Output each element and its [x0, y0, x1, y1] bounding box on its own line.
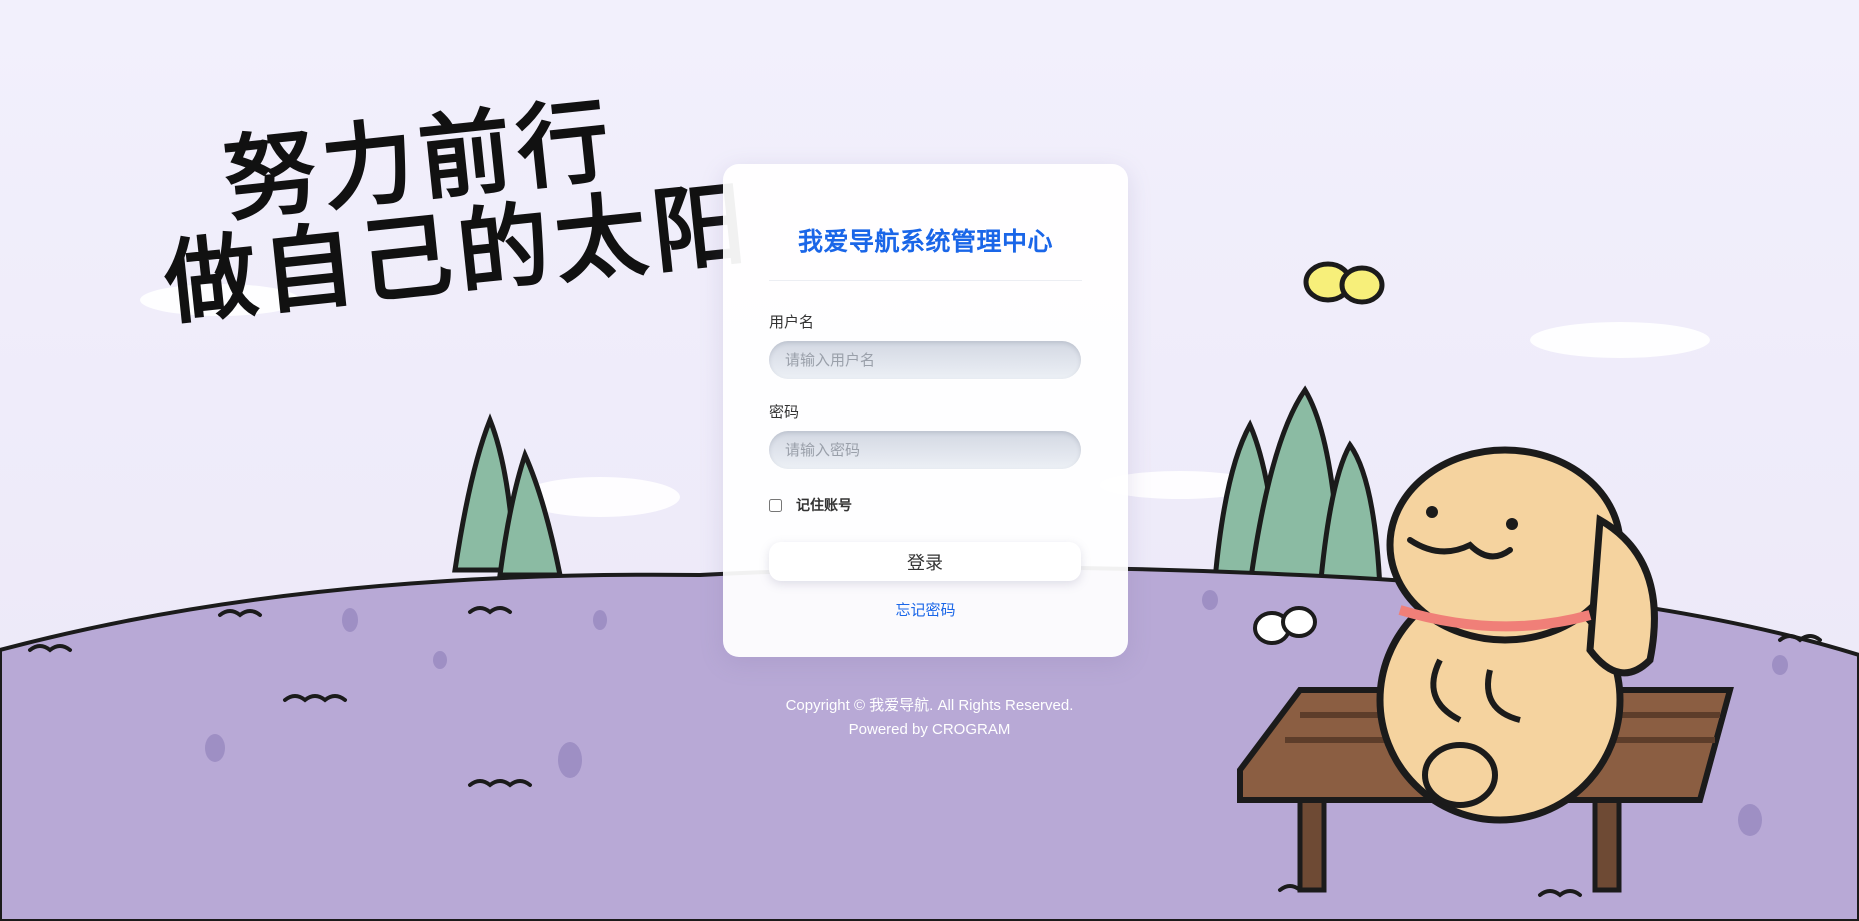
- forgot-password-link[interactable]: 忘记密码: [769, 599, 1082, 620]
- yellow-butterfly: [1303, 261, 1385, 305]
- remember-checkbox[interactable]: [769, 498, 782, 512]
- password-input[interactable]: [769, 431, 1081, 469]
- username-label: 用户名: [769, 313, 815, 331]
- remember-label[interactable]: 记住账号: [796, 495, 852, 515]
- password-label: 密码: [769, 403, 800, 421]
- footer-copyright: Copyright © 我爱导航. All Rights Reserved.: [785, 697, 1074, 714]
- username-input[interactable]: [769, 341, 1081, 379]
- login-title: 我爱导航系统管理中心: [797, 227, 1053, 256]
- login-card: 我爱导航系统管理中心 用户名 密码 记住账号 登录 忘记密码: [723, 164, 1128, 657]
- login-button[interactable]: 登录: [769, 542, 1081, 581]
- remember-row: 记住账号: [769, 495, 1082, 515]
- footer-powered-by: Powered by CROGRAM: [848, 721, 1011, 738]
- title-divider: [769, 280, 1082, 281]
